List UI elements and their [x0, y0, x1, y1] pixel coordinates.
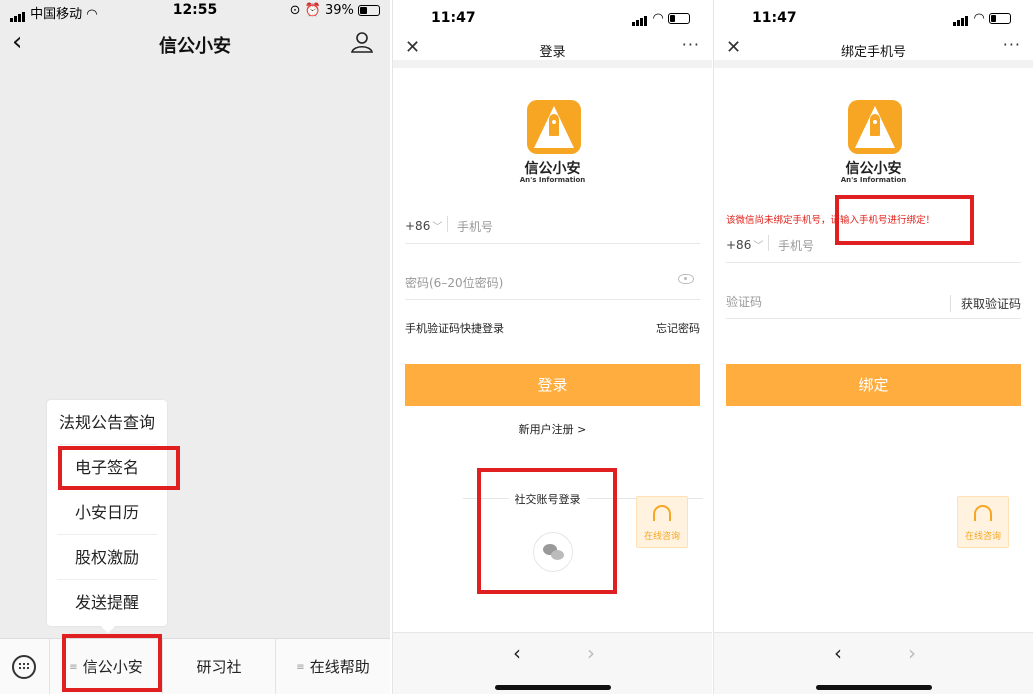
country-code[interactable]: +86 ﹀	[405, 218, 442, 233]
tab-label: 研习社	[196, 658, 242, 676]
password-field[interactable]: 密码(6–20位密码)	[405, 266, 700, 300]
register-link[interactable]: 新用户注册 >	[393, 421, 712, 437]
bind-phone-screen: 11:47 ◠ ✕ 绑定手机号 ··· 信公小安 An's Informatio…	[713, 0, 1033, 694]
user-icon[interactable]	[350, 30, 374, 54]
more-icon[interactable]: ···	[1003, 35, 1021, 54]
chevron-down-icon: ﹀	[753, 241, 764, 252]
status-right: ◠	[632, 11, 690, 26]
bottom-menu-bar: ≡ 信公小安 研习社 ≡ 在线帮助	[0, 638, 390, 694]
forward-arrow-icon[interactable]: ›	[587, 641, 595, 665]
page-title: 绑定手机号	[840, 45, 906, 60]
sms-login-link[interactable]: 手机验证码快捷登录	[405, 322, 504, 335]
battery-percent: 39%	[324, 3, 354, 18]
orientation-lock-icon: ⊙	[289, 3, 301, 18]
stage: 中国移动 ◠ 12:55 ⊙ ⏰ 39% ‹ 信公小安 法规公告查询 电子签名 …	[0, 0, 1033, 694]
status-bar: 中国移动 ◠ 12:55 ⊙ ⏰ 39%	[0, 0, 390, 24]
headset-icon	[974, 505, 992, 521]
brand-name: 信公小安	[524, 161, 581, 177]
status-time: 11:47	[431, 10, 476, 26]
page-title: 登录	[539, 45, 566, 60]
phone-field[interactable]: +86 ﹀ 手机号	[405, 210, 700, 244]
divider	[768, 235, 769, 251]
brand-name-en: An's Information	[840, 176, 907, 184]
login-screen: 11:47 ◠ ✕ 登录 ··· 信公小安 An's Information +…	[392, 0, 712, 694]
browser-toolbar: ‹ ›	[714, 632, 1033, 694]
more-icon[interactable]: ···	[682, 35, 700, 54]
wechat-menu-screen: 中国移动 ◠ 12:55 ⊙ ⏰ 39% ‹ 信公小安 法规公告查询 电子签名 …	[0, 0, 390, 694]
country-code-value: +86	[726, 238, 752, 252]
nav-bar: ‹ 信公小安	[0, 24, 390, 64]
headset-icon	[653, 505, 671, 521]
highlight-social-login	[477, 468, 617, 594]
tab-online-help[interactable]: ≡ 在线帮助	[276, 639, 390, 694]
online-consult-button[interactable]: 在线咨询	[957, 496, 1009, 548]
app-logo	[848, 100, 902, 154]
highlight-e-signature	[58, 446, 180, 490]
brand-name-en: An's Information	[519, 176, 586, 184]
page-title: 信公小安	[159, 36, 231, 57]
online-consult-button[interactable]: 在线咨询	[636, 496, 688, 548]
status-right: ⊙ ⏰ 39%	[290, 3, 380, 18]
phone-placeholder: 手机号	[457, 220, 494, 234]
menu-item-equity-incentive[interactable]: 股权激励	[57, 535, 157, 580]
app-logo	[527, 100, 581, 154]
status-time: 11:47	[752, 10, 797, 26]
status-right: ◠	[953, 11, 1011, 26]
highlight-tab	[62, 634, 162, 692]
battery-icon	[989, 13, 1011, 24]
chevron-down-icon: ﹀	[432, 222, 443, 233]
tab-research[interactable]: 研习社	[163, 639, 276, 694]
browser-toolbar: ‹ ›	[393, 632, 712, 694]
login-button[interactable]: 登录	[405, 364, 700, 406]
wifi-icon: ◠	[973, 11, 985, 26]
divider	[393, 60, 712, 68]
code-placeholder: 验证码	[726, 295, 763, 309]
keyboard-icon	[12, 655, 36, 679]
divider	[714, 60, 1033, 68]
password-placeholder: 密码(6–20位密码)	[405, 276, 504, 290]
bind-button[interactable]: 绑定	[726, 364, 1021, 406]
wifi-icon: ◠	[652, 11, 664, 26]
back-arrow-icon[interactable]: ‹	[834, 641, 842, 665]
consult-label: 在线咨询	[964, 532, 1001, 542]
keyboard-toggle[interactable]	[0, 639, 50, 694]
get-code-button[interactable]: 获取验证码	[949, 295, 1021, 312]
consult-label: 在线咨询	[643, 532, 680, 542]
alarm-icon: ⏰	[304, 3, 321, 18]
menu-item-calendar[interactable]: 小安日历	[57, 490, 157, 535]
forward-arrow-icon[interactable]: ›	[908, 641, 916, 665]
battery-icon	[668, 13, 690, 24]
status-bar: 11:47 ◠	[393, 0, 712, 26]
country-code-value: +86	[405, 219, 431, 233]
signal-icon	[953, 11, 969, 26]
menu-lines-icon: ≡	[296, 661, 305, 673]
signal-icon	[632, 11, 648, 26]
country-code[interactable]: +86 ﹀	[726, 237, 763, 252]
back-arrow-icon[interactable]: ‹	[513, 641, 521, 665]
login-options: 手机验证码快捷登录 忘记密码	[405, 320, 700, 336]
battery-icon	[358, 5, 380, 16]
forgot-password-link[interactable]: 忘记密码	[656, 320, 700, 336]
status-bar: 11:47 ◠	[714, 0, 1033, 26]
menu-item-send-reminder[interactable]: 发送提醒	[57, 580, 157, 625]
verification-code-field[interactable]: 验证码 获取验证码	[726, 285, 1021, 319]
phone-placeholder: 手机号	[778, 239, 815, 253]
divider	[447, 216, 448, 232]
tab-label: 在线帮助	[309, 658, 370, 676]
home-indicator	[816, 685, 932, 690]
home-indicator	[495, 685, 611, 690]
popup-menu: 法规公告查询 电子签名 小安日历 股权激励 发送提醒	[47, 400, 167, 633]
brand-name: 信公小安	[845, 161, 902, 177]
highlight-warning	[835, 195, 974, 245]
eye-icon[interactable]	[678, 274, 694, 284]
menu-item-regulation-query[interactable]: 法规公告查询	[59, 400, 157, 445]
